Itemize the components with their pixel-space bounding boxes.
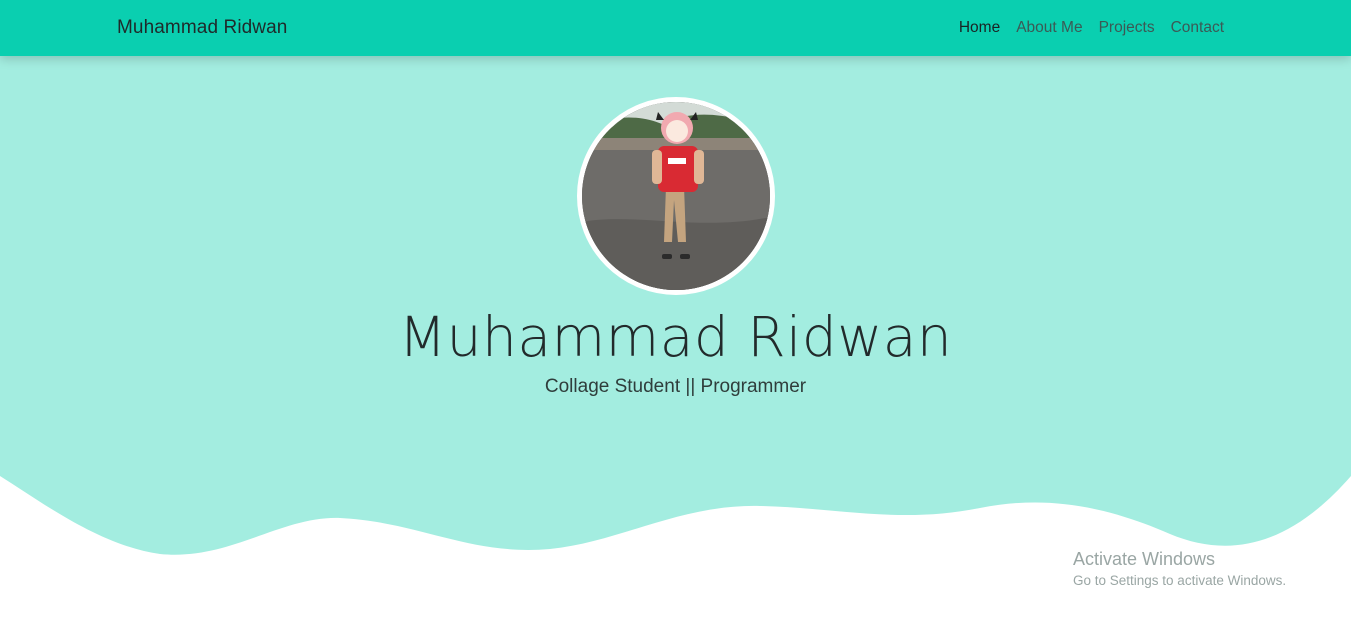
hero-subtitle: Collage Student || Programmer — [544, 376, 807, 397]
profile-photo-icon — [582, 102, 770, 290]
nav-links: Home About Me Projects Contact — [959, 19, 1224, 37]
nav-link-about-me[interactable]: About Me — [1016, 19, 1082, 37]
hero-title: Muhammad Ridwan — [398, 305, 953, 369]
profile-avatar — [577, 97, 775, 295]
hero-section: Muhammad Ridwan Collage Student || Progr… — [0, 56, 1351, 624]
navbar: Muhammad Ridwan Home About Me Projects C… — [0, 0, 1351, 56]
nav-link-contact[interactable]: Contact — [1171, 19, 1224, 37]
nav-link-home[interactable]: Home — [959, 19, 1000, 37]
watermark-subtitle: Go to Settings to activate Windows. — [1073, 573, 1287, 588]
nav-link-projects[interactable]: Projects — [1099, 19, 1155, 37]
navbar-brand[interactable]: Muhammad Ridwan — [117, 17, 287, 39]
windows-activation-watermark: Activate Windows Go to Settings to activ… — [1073, 549, 1286, 588]
watermark-title: Activate Windows — [1073, 549, 1216, 569]
